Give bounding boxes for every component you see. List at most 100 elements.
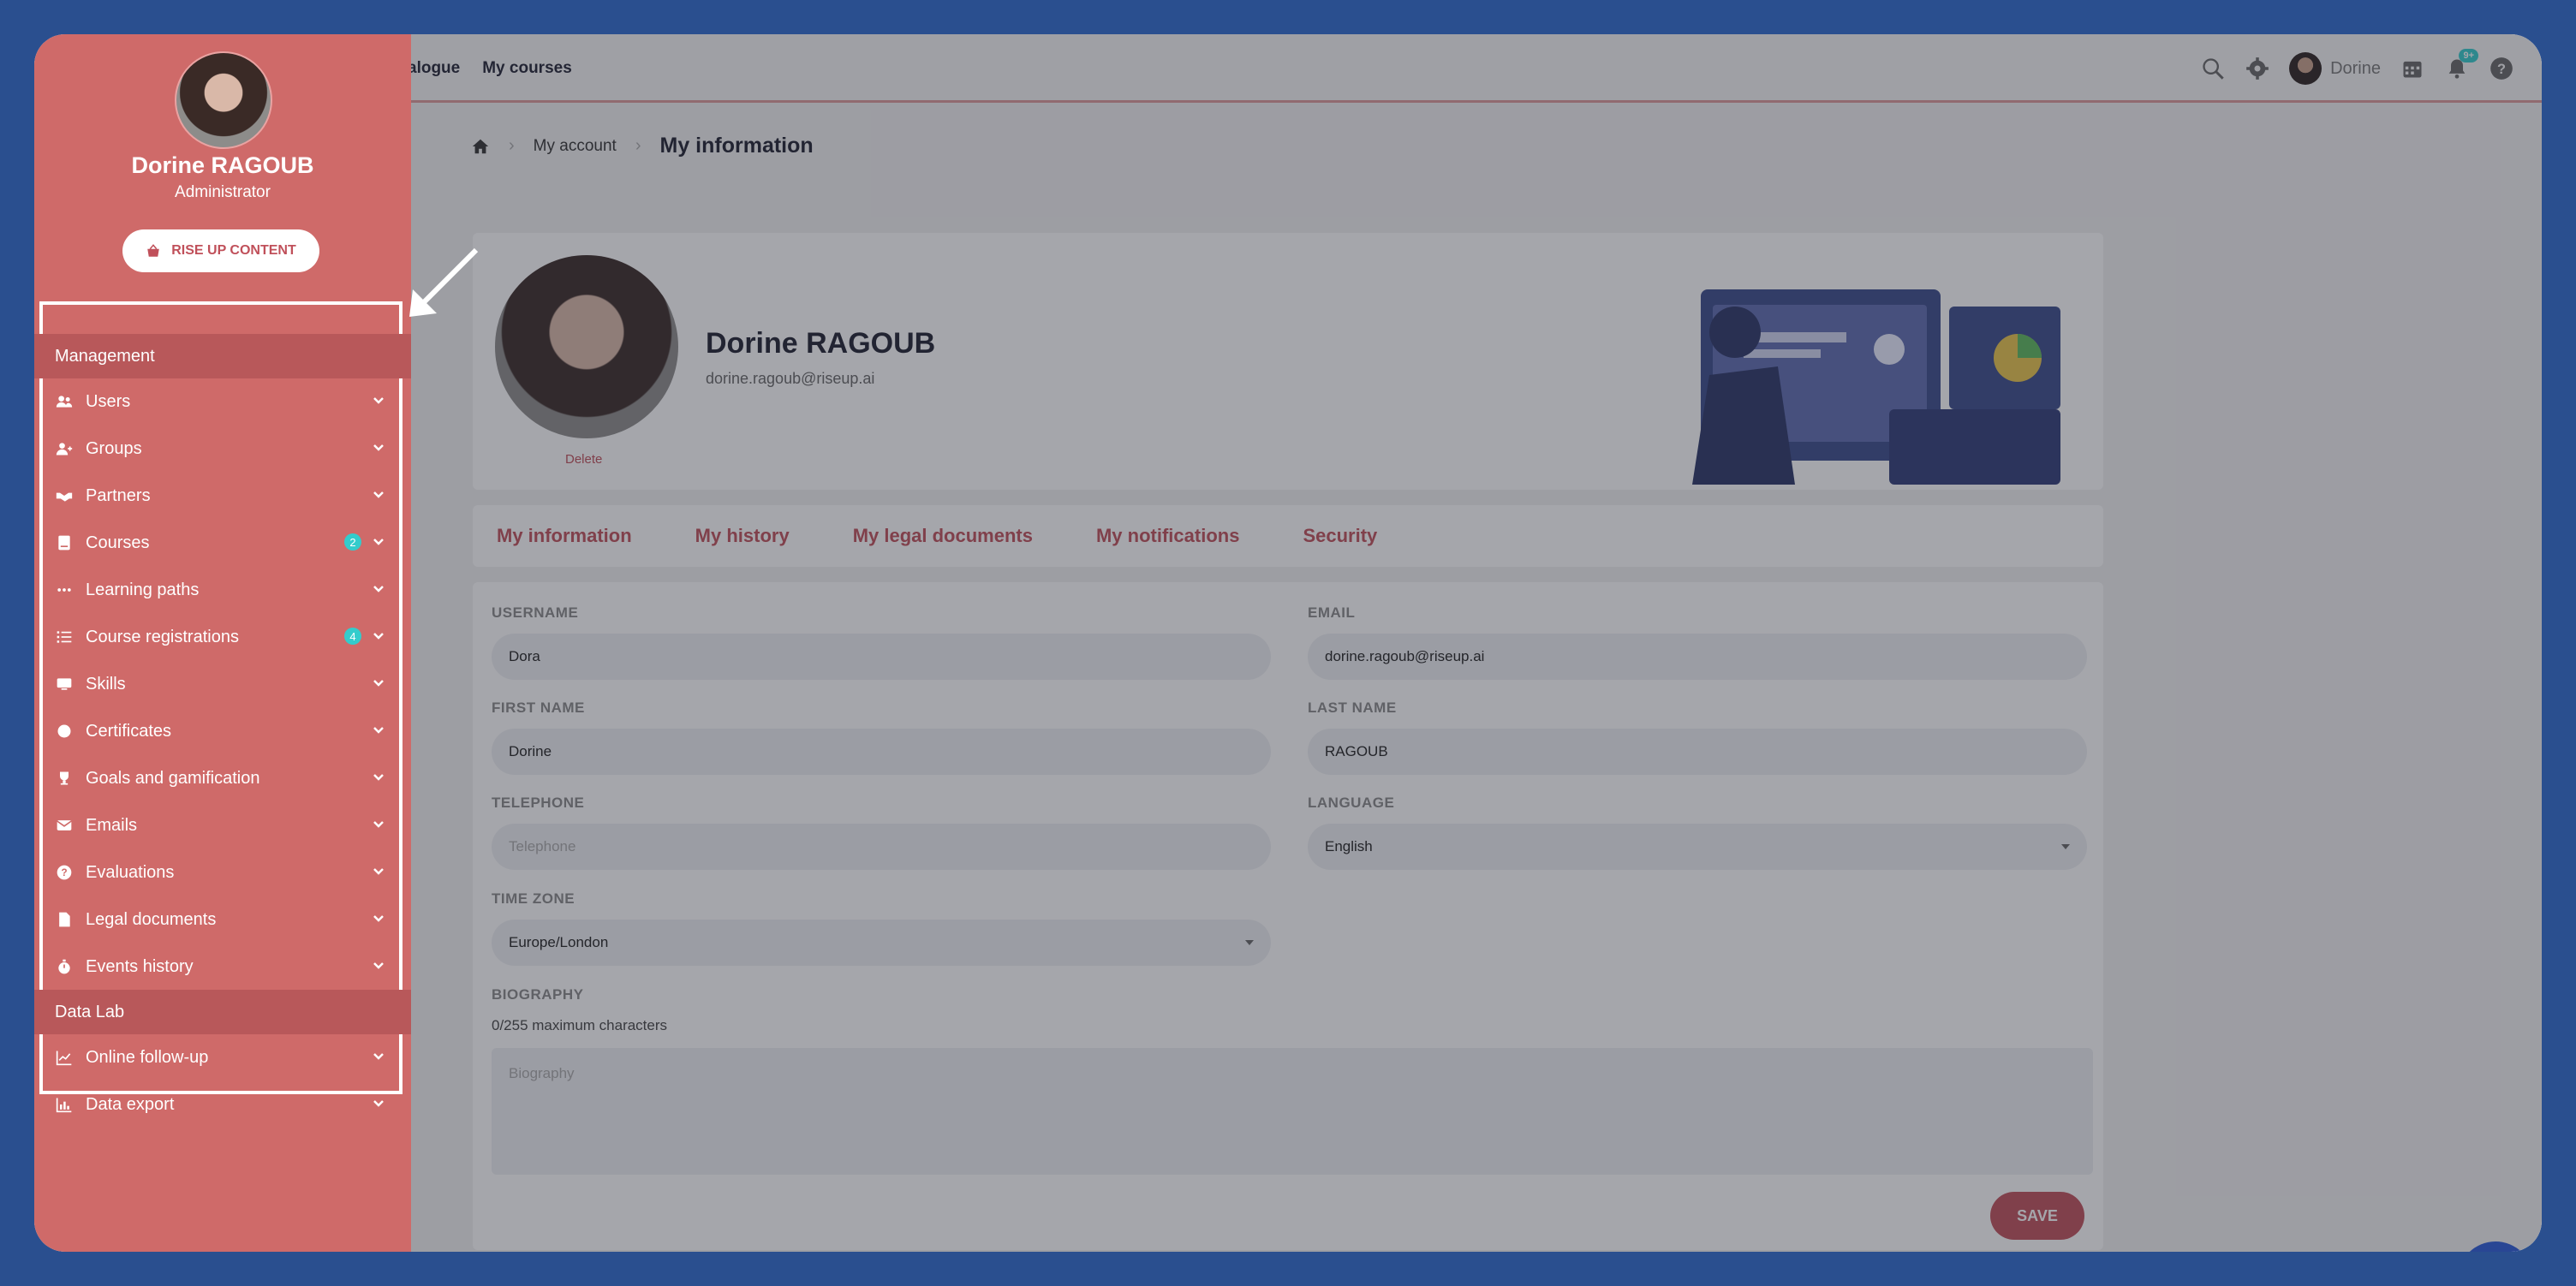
users-icon [55, 392, 74, 411]
sidebar-item-label: Goals and gamification [86, 768, 260, 788]
line-chart-icon [55, 1048, 74, 1067]
first-name-field[interactable]: Dorine [492, 729, 1271, 775]
sidebar-item-label: Courses [86, 533, 150, 552]
profile-photo[interactable] [495, 255, 678, 438]
dots-icon [55, 580, 74, 599]
page-title: My information [659, 134, 814, 158]
save-button[interactable]: SAVE [1990, 1192, 2084, 1240]
calendar-icon[interactable] [2400, 56, 2425, 81]
bell-icon[interactable]: 9+ [2444, 49, 2478, 81]
sidebar-item-course-registrations[interactable]: Course registrations 4 [34, 614, 411, 660]
tab-my-history[interactable]: My history [695, 525, 790, 547]
profile-card: Delete Dorine RAGOUB dorine.ragoub@riseu… [473, 233, 2103, 490]
stopwatch-icon [55, 957, 74, 976]
basket-icon [147, 244, 159, 257]
email-field[interactable]: dorine.ragoub@riseup.ai [1308, 634, 2087, 680]
delete-photo-link[interactable]: Delete [565, 452, 602, 467]
sidebar-item-goals-and-gamification[interactable]: Goals and gamification [34, 755, 411, 801]
sidebar-item-legal-documents[interactable]: Legal documents [34, 896, 411, 943]
breadcrumb-my-account[interactable]: My account [534, 137, 617, 156]
profile-email: dorine.ragoub@riseup.ai [706, 370, 875, 387]
sidebar-item-groups[interactable]: Groups [34, 426, 411, 472]
sidebar-item-learning-paths[interactable]: Learning paths [34, 567, 411, 613]
rise-up-content-button[interactable]: RISE UP CONTENT [122, 229, 319, 272]
sidebar-item-certificates[interactable]: Certificates [34, 708, 411, 754]
sidebar-item-data-export[interactable]: Data export [34, 1081, 411, 1128]
language-value: English [1325, 838, 1373, 854]
chevron-down-icon [373, 774, 384, 781]
gear-icon[interactable] [2245, 56, 2270, 81]
trophy-icon [55, 769, 74, 788]
profile-illustration [1692, 289, 2060, 485]
biography-group: BIOGRAPHY 0/255 maximum characters Biogr… [492, 986, 2093, 1175]
timezone-label: TIME ZONE [492, 890, 575, 907]
timezone-group: TIME ZONE Europe/London [492, 890, 1271, 966]
language-select[interactable]: English [1308, 824, 2087, 870]
notification-badge: 9+ [2459, 49, 2478, 63]
sidebar-item-label: Partners [86, 485, 151, 505]
tab-my-information[interactable]: My information [497, 525, 632, 547]
tab-security[interactable]: Security [1303, 525, 1377, 547]
last-name-field[interactable]: RAGOUB [1308, 729, 2087, 775]
username-label: USERNAME [492, 604, 579, 621]
user-name: Dorine [2330, 58, 2381, 78]
bar-chart-icon [55, 1095, 74, 1114]
app-window: alogue My courses Dorine 9+ ? › My accou… [34, 34, 2542, 1252]
tab-my-legal-documents[interactable]: My legal documents [853, 525, 1033, 547]
chevron-down-icon [373, 633, 384, 640]
user-menu[interactable]: Dorine [2289, 52, 2381, 85]
sidebar-item-partners[interactable]: Partners [34, 473, 411, 519]
handshake-icon [55, 486, 74, 505]
sidebar-item-users[interactable]: Users [34, 378, 411, 425]
profile-name: Dorine RAGOUB [706, 327, 936, 360]
language-label: LANGUAGE [1308, 795, 1395, 811]
search-icon[interactable] [2200, 56, 2226, 81]
count-badge: 2 [344, 533, 361, 551]
information-form: USERNAME Dora EMAIL dorine.ragoub@riseup… [473, 582, 2103, 1250]
email-group: EMAIL dorine.ragoub@riseup.ai [1308, 604, 2087, 680]
sidebar-item-online-follow-up[interactable]: Online follow-up [34, 1034, 411, 1081]
email-label: EMAIL [1308, 604, 1356, 621]
sidebar-item-courses[interactable]: Courses 2 [34, 520, 411, 566]
first-name-label: FIRST NAME [492, 700, 585, 716]
top-nav: alogue My courses [408, 34, 572, 103]
sidebar-user-name: Dorine RAGOUB [131, 152, 314, 178]
last-name-group: LAST NAME RAGOUB [1308, 700, 2087, 775]
sidebar-item-label: Legal documents [86, 909, 217, 929]
tabs-bar: My information My history My legal docum… [473, 505, 2103, 567]
envelope-icon [55, 816, 74, 835]
telephone-field[interactable]: Telephone [492, 824, 1271, 870]
section-data-lab: Data Lab [34, 990, 411, 1034]
sidebar-item-evaluations[interactable]: ? Evaluations [34, 849, 411, 896]
chevron-down-icon [373, 962, 384, 969]
top-actions: Dorine 9+ ? [2200, 34, 2514, 103]
sidebar-item-skills[interactable]: Skills [34, 661, 411, 707]
breadcrumb: › My account › My information [471, 134, 814, 158]
language-group: LANGUAGE English [1308, 795, 2087, 870]
chevron-down-icon [373, 539, 384, 545]
rise-up-content-label: RISE UP CONTENT [171, 243, 296, 258]
home-icon[interactable] [471, 137, 490, 156]
timezone-select[interactable]: Europe/London [492, 920, 1271, 966]
tab-my-notifications[interactable]: My notifications [1096, 525, 1239, 547]
chat-button[interactable] [2458, 1241, 2533, 1252]
help-icon[interactable]: ? [2489, 56, 2514, 81]
sidebar-item-emails[interactable]: Emails [34, 802, 411, 848]
timezone-value: Europe/London [509, 934, 609, 950]
username-field[interactable]: Dora [492, 634, 1271, 680]
biography-textarea[interactable]: Biography [492, 1048, 2093, 1175]
chevron-down-icon [373, 680, 384, 687]
nav-my-courses-link[interactable]: My courses [482, 59, 572, 78]
sidebar-item-events-history[interactable]: Events history [34, 944, 411, 990]
nav-catalogue-link[interactable]: alogue [408, 59, 460, 78]
chevron-down-icon [373, 915, 384, 922]
sidebar-item-label: Emails [86, 815, 138, 835]
svg-text:?: ? [61, 867, 67, 878]
biography-label: BIOGRAPHY [492, 986, 584, 1003]
sidebar-item-label: Certificates [86, 721, 172, 741]
breadcrumb-separator: › [509, 136, 515, 155]
username-group: USERNAME Dora [492, 604, 1271, 680]
question-icon: ? [55, 863, 74, 882]
sidebar-user-role: Administrator [175, 183, 271, 201]
sidebar-avatar [175, 51, 272, 149]
